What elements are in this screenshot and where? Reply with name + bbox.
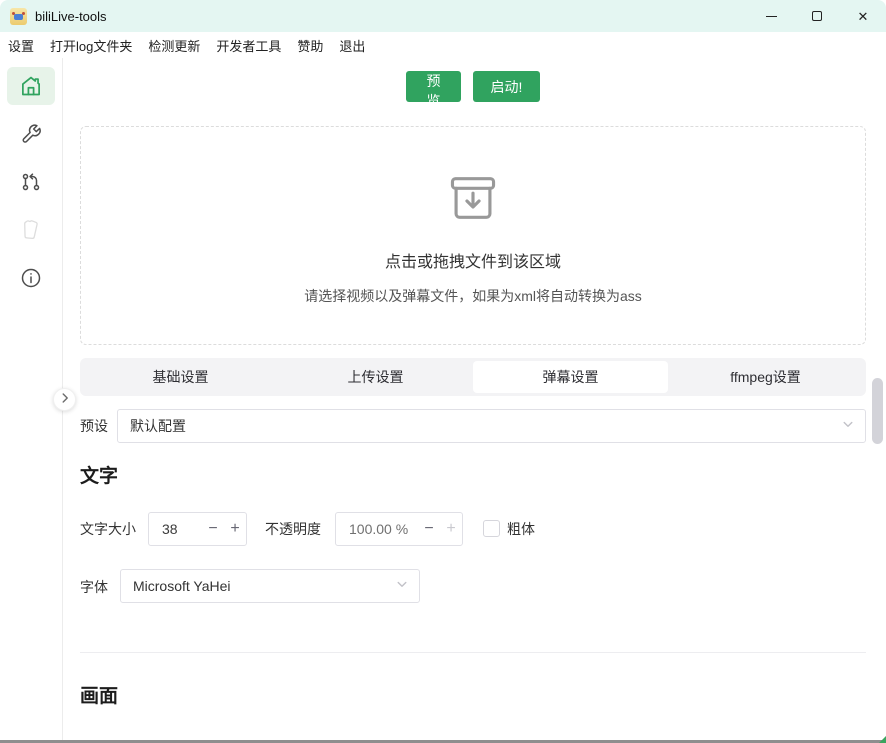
archive-download-icon (444, 169, 502, 232)
menu-item-exit[interactable]: 退出 (331, 33, 373, 58)
font-size-label: 文字大小 (80, 512, 136, 546)
bold-checkbox[interactable] (483, 520, 500, 537)
resize-grip[interactable] (879, 736, 886, 743)
sidebar-collapse-toggle[interactable] (53, 388, 76, 411)
titlebar: biliLive-tools ✕ (0, 0, 886, 32)
opacity-decrease-button[interactable]: − (418, 513, 440, 545)
font-family-label: 字体 (80, 570, 108, 604)
preset-label: 预设 (80, 409, 108, 443)
info-icon (19, 266, 43, 290)
settings-tabs: 基础设置 上传设置 弹幕设置 ffmpeg设置 (80, 358, 866, 396)
opacity-increase-button[interactable]: + (440, 513, 462, 545)
app-icon (10, 8, 27, 25)
sidebar-item-version[interactable] (7, 163, 55, 201)
section-divider (80, 652, 866, 653)
section-title-screen: 画面 (80, 681, 118, 708)
font-size-value: 38 (162, 513, 178, 545)
upload-sub-text: 请选择视频以及弹幕文件，如果为xml将自动转换为ass (304, 286, 642, 306)
window-title: biliLive-tools (35, 9, 107, 24)
section-title-text: 文字 (80, 461, 118, 488)
chevron-down-icon (841, 418, 855, 435)
window-controls: ✕ (748, 0, 886, 32)
minimize-button[interactable] (748, 0, 794, 32)
menu-item-sponsor[interactable]: 赞助 (289, 33, 331, 58)
git-compare-icon (19, 170, 43, 194)
preset-select[interactable]: 默认配置 (117, 409, 866, 443)
preset-select-value: 默认配置 (130, 416, 186, 436)
chevron-right-icon (59, 391, 71, 409)
home-icon (18, 73, 44, 99)
clip-icon (18, 217, 44, 243)
upload-dropzone[interactable]: 点击或拖拽文件到该区域 请选择视频以及弹幕文件，如果为xml将自动转换为ass (80, 126, 866, 345)
menu-item-devtools[interactable]: 开发者工具 (208, 33, 289, 58)
sidebar-item-about[interactable] (7, 259, 55, 297)
tab-ffmpeg-settings[interactable]: ffmpeg设置 (668, 361, 863, 393)
bold-label[interactable]: 粗体 (507, 512, 535, 546)
opacity-input[interactable]: 100.00 % − + (335, 512, 463, 546)
font-size-increase-button[interactable]: + (224, 513, 246, 545)
tab-danmaku-settings[interactable]: 弹幕设置 (473, 361, 668, 393)
opacity-value: 100.00 % (349, 513, 408, 545)
preview-button[interactable]: 预览 (406, 71, 461, 102)
sidebar-item-home[interactable] (7, 67, 55, 105)
close-icon: ✕ (858, 10, 869, 23)
sidebar-item-tools[interactable] (7, 115, 55, 153)
font-family-select[interactable]: Microsoft YaHei (120, 569, 420, 603)
maximize-button[interactable] (794, 0, 840, 32)
wrench-icon (19, 122, 43, 146)
menubar: 设置 打开log文件夹 检测更新 开发者工具 赞助 退出 (0, 32, 886, 58)
tab-upload-settings[interactable]: 上传设置 (278, 361, 473, 393)
close-button[interactable]: ✕ (840, 0, 886, 32)
opacity-label: 不透明度 (265, 512, 321, 546)
font-size-decrease-button[interactable]: − (202, 513, 224, 545)
sidebar-item-clip[interactable] (7, 211, 55, 249)
menu-item-open-log-folder[interactable]: 打开log文件夹 (42, 33, 140, 58)
tab-basic-settings[interactable]: 基础设置 (83, 361, 278, 393)
font-family-select-value: Microsoft YaHei (133, 578, 231, 594)
scrollbar-thumb[interactable] (872, 378, 883, 444)
menu-item-settings[interactable]: 设置 (0, 33, 42, 58)
chevron-down-icon (395, 578, 409, 595)
font-size-input[interactable]: 38 − + (148, 512, 247, 546)
upload-main-text: 点击或拖拽文件到该区域 (385, 248, 561, 272)
maximize-icon (812, 11, 822, 21)
start-button[interactable]: 启动! (473, 71, 540, 102)
app-window: biliLive-tools ✕ 设置 打开log文件夹 检测更新 开发者工具 … (0, 0, 886, 743)
menu-item-check-update[interactable]: 检测更新 (140, 33, 208, 58)
minimize-icon (766, 16, 777, 17)
